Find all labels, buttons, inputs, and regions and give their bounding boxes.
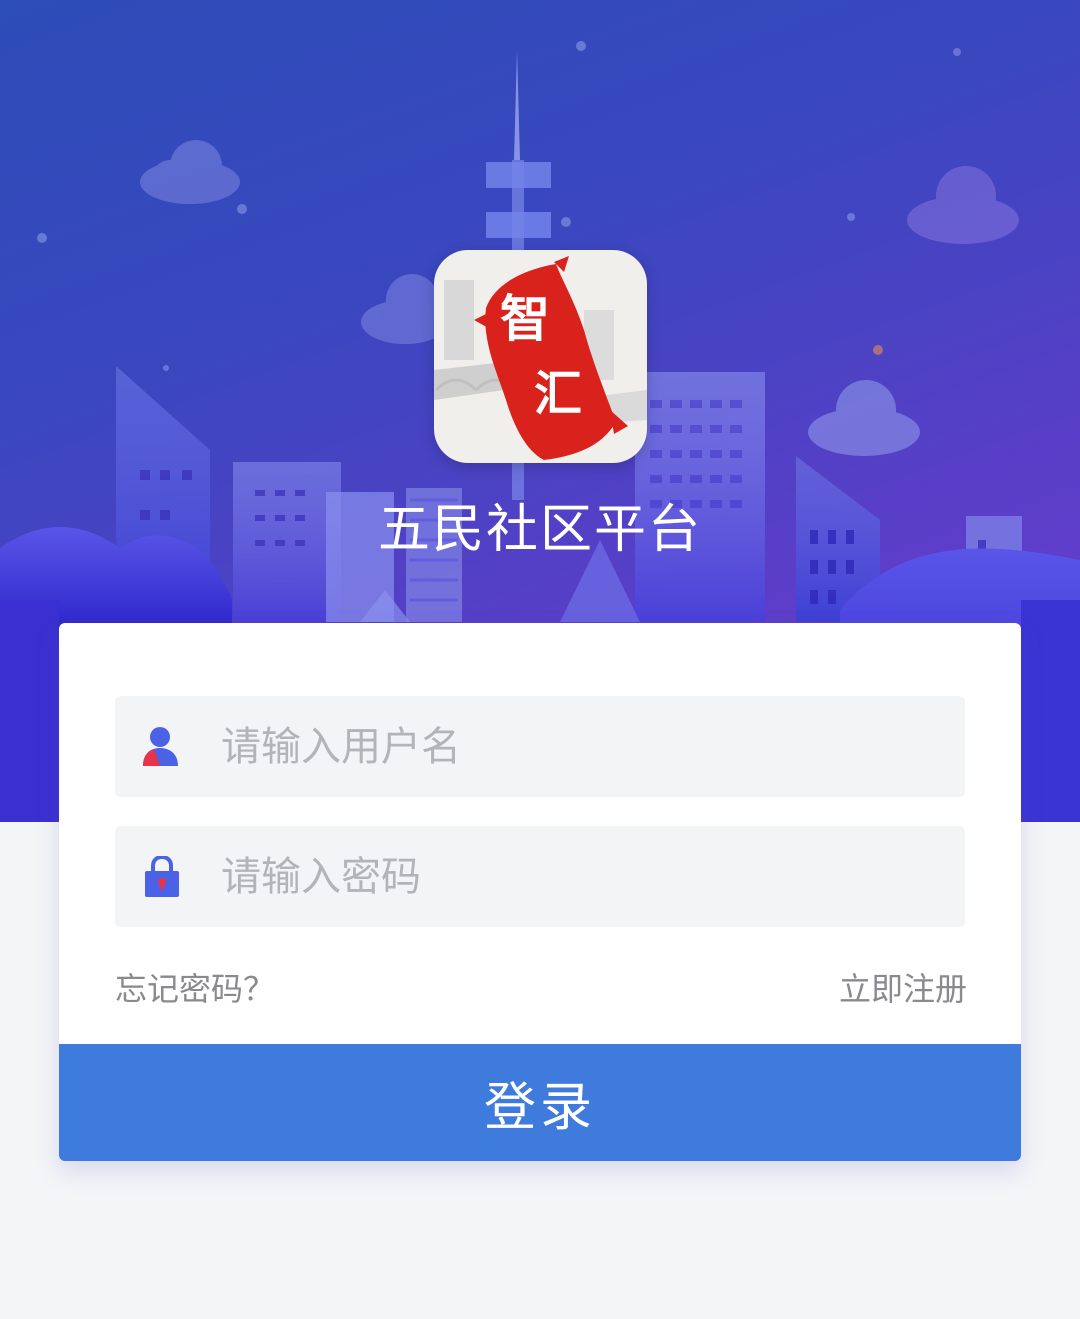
logo-char-hui: 汇: [534, 366, 583, 422]
lock-icon: [145, 856, 179, 897]
app-title: 五民社区平台: [377, 500, 702, 560]
forgot-password-link[interactable]: 忘记密码？: [115, 967, 275, 1011]
password-field: [115, 826, 965, 927]
password-input[interactable]: [221, 826, 941, 927]
username-field: [115, 696, 965, 797]
username-input[interactable]: [221, 696, 941, 797]
logo-char-zhi: 智: [500, 289, 550, 348]
app-logo: 智 汇: [434, 250, 647, 463]
user-icon: [143, 727, 178, 766]
login-button[interactable]: 登录: [59, 1044, 1021, 1161]
register-link[interactable]: 立即注册: [839, 967, 967, 1011]
login-card: 忘记密码？ 立即注册 登录: [59, 623, 1021, 1161]
